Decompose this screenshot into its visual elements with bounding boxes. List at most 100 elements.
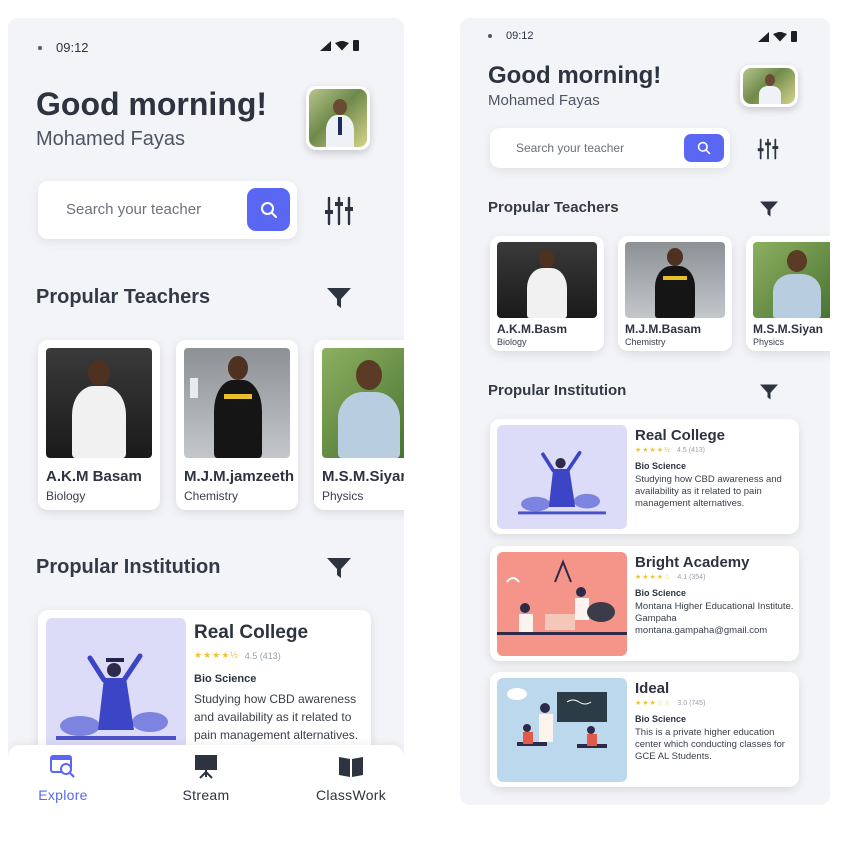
teacher-name: M.S.M.Siyan (753, 322, 824, 336)
search-input[interactable]: Search your teacher (66, 201, 201, 218)
rating-value: 4.5 (413) (244, 650, 281, 661)
teacher-card[interactable]: A.K.M.Basm Biology (490, 236, 604, 351)
institution-image (46, 618, 186, 760)
wifi-icon (773, 31, 787, 42)
nav-stream[interactable]: Stream (151, 753, 261, 803)
institution-card[interactable]: Real College ★★★★½ 4.5 (413) Bio Science… (490, 419, 799, 534)
user-name: Mohamed Fayas (36, 128, 185, 150)
teacher-photo (625, 242, 725, 318)
search-button[interactable] (247, 188, 290, 231)
institution-image (497, 678, 627, 782)
filter-icon[interactable] (758, 200, 780, 218)
notification-dot-icon (38, 45, 42, 50)
institutions-section-title: Propular Institution (488, 382, 627, 399)
institution-description: Studying how CBD awareness and availabil… (635, 474, 782, 509)
teacher-subject: Chemistry (184, 489, 239, 503)
nav-label: Stream (182, 787, 230, 803)
search-button[interactable] (684, 134, 724, 162)
search-bar[interactable]: Search your teacher (38, 181, 297, 239)
greeting-title: Good morning! (488, 62, 662, 89)
rating-stars: ★★★☆☆ (635, 700, 672, 707)
institution-card[interactable]: Bright Academy ★★★★☆ 4.1 (354) Bio Scien… (490, 546, 799, 661)
teacher-card[interactable]: A.K.M Basam Biology (38, 340, 160, 510)
teacher-card[interactable]: M.S.M.Siyan Physics (746, 236, 830, 351)
teacher-subject: Chemistry (625, 337, 666, 347)
institution-description: This is a private higher education cente… (635, 727, 785, 762)
sliders-icon[interactable] (756, 138, 780, 160)
teacher-name: M.J.M.jamzeeth (184, 468, 295, 485)
notification-dot-icon (488, 34, 492, 38)
teacher-subject: Physics (322, 489, 364, 503)
institutions-section-title: Propular Institution (36, 556, 221, 578)
status-bar: 09:12 (38, 40, 89, 55)
institution-name: Real College (194, 622, 309, 643)
nav-label: Explore (38, 787, 88, 803)
teacher-name: M.S.M.Siyan (322, 468, 404, 485)
avatar[interactable] (740, 65, 798, 107)
institution-card[interactable]: Real College ★★★★½ 4.5 (413) Bio Science… (38, 610, 371, 760)
nav-label: ClassWork (315, 787, 387, 803)
institution-description: Studying how CBD awareness and availabil… (194, 692, 359, 742)
teacher-card[interactable]: M.J.M.Basam Chemistry (618, 236, 732, 351)
greeting-title: Good morning! (36, 86, 268, 122)
status-icons (758, 31, 797, 42)
institution-rating: ★★★☆☆ 3.0 (745) (635, 699, 705, 708)
teacher-photo (322, 348, 404, 458)
nav-explore[interactable]: Explore (8, 753, 118, 803)
institution-name: Bright Academy (635, 554, 750, 571)
filter-icon[interactable] (326, 556, 352, 580)
status-icons (320, 40, 359, 51)
institution-rating: ★★★★½ 4.5 (413) (635, 446, 705, 455)
status-time: 09:12 (56, 40, 89, 55)
rating-stars: ★★★★½ (194, 650, 239, 660)
signal-icon (758, 31, 769, 42)
institution-name: Ideal (635, 680, 670, 697)
filter-icon[interactable] (326, 286, 352, 310)
institution-description: Montana Higher Educational Institute. Ga… (635, 601, 794, 636)
sliders-icon[interactable] (324, 196, 354, 226)
teacher-photo (46, 348, 152, 458)
search-bar[interactable]: Search your teacher (490, 128, 730, 168)
teacher-name: M.J.M.Basam (625, 322, 702, 336)
institution-subject: Bio Science (194, 673, 257, 685)
institution-rating: ★★★★☆ 4.1 (354) (635, 573, 706, 582)
institution-image (497, 425, 627, 529)
search-input[interactable]: Search your teacher (516, 141, 624, 155)
teacher-card[interactable]: M.S.M.Siyan Physics (314, 340, 404, 510)
teacher-photo (184, 348, 290, 458)
filter-icon[interactable] (758, 383, 780, 401)
institution-name: Real College (635, 427, 726, 444)
teacher-subject: Physics (753, 337, 785, 347)
phone-screen-large: 09:12 Good morning! Mohamed Fayas Search… (8, 18, 404, 813)
nav-classwork[interactable]: ClassWork (296, 753, 404, 803)
institution-rating: ★★★★½ 4.5 (413) (194, 650, 281, 661)
book-icon (338, 753, 364, 779)
wifi-icon (335, 40, 349, 51)
status-time: 09:12 (506, 30, 534, 42)
institution-subject: Bio Science (635, 588, 687, 598)
institution-card[interactable]: Ideal ★★★☆☆ 3.0 (745) Bio Science This i… (490, 672, 799, 787)
avatar[interactable] (306, 86, 370, 150)
rating-value: 4.1 (354) (677, 573, 706, 581)
teachers-section-title: Propular Teachers (36, 286, 211, 308)
explore-icon (50, 753, 76, 779)
teacher-subject: Biology (46, 489, 86, 503)
bottom-navigation: Explore Stream ClassWork (8, 745, 404, 813)
rating-stars: ★★★★☆ (635, 574, 672, 581)
institution-image (497, 552, 627, 656)
user-name: Mohamed Fayas (488, 92, 600, 109)
signal-icon (320, 40, 331, 51)
teacher-photo (753, 242, 830, 318)
battery-icon (791, 31, 797, 42)
search-icon (260, 201, 277, 218)
institution-subject: Bio Science (635, 714, 687, 724)
institution-subject: Bio Science (635, 461, 687, 471)
rating-value: 4.5 (413) (676, 446, 705, 454)
teacher-name: A.K.M.Basm (497, 322, 568, 336)
teacher-name: A.K.M Basam (46, 468, 142, 485)
teacher-subject: Biology (497, 337, 527, 347)
teachers-section-title: Propular Teachers (488, 199, 619, 216)
search-icon (697, 141, 711, 155)
stream-icon (193, 753, 219, 779)
teacher-card[interactable]: M.J.M.jamzeeth Chemistry (176, 340, 298, 510)
